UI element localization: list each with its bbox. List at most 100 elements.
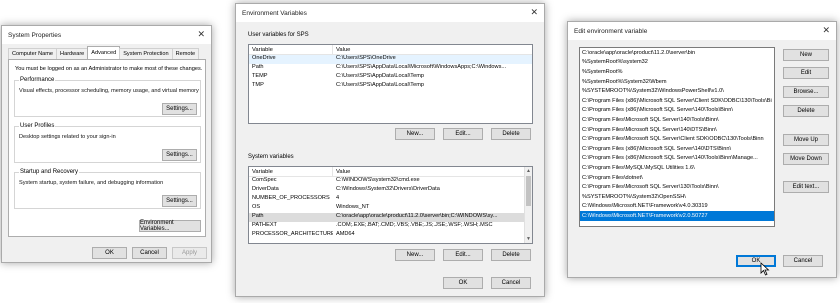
table-row[interactable]: TEMP C:\Users\SPS\AppData\Local\Temp: [249, 73, 532, 82]
environment-variables-cancel-button[interactable]: Cancel: [491, 277, 531, 289]
close-icon[interactable]: ✕: [530, 7, 538, 17]
edit-environment-variable-title: Edit environment variable: [574, 27, 648, 35]
user-profiles-label: User Profiles: [19, 123, 56, 129]
variable-value: AMD64: [336, 231, 355, 237]
system-delete-button[interactable]: Delete: [491, 249, 531, 261]
system-new-button[interactable]: New...: [395, 249, 435, 261]
table-row[interactable]: TMP C:\Users\SPS\AppData\Local\Temp: [249, 82, 532, 91]
user-profiles-description: Desktop settings related to your sign-in: [19, 134, 116, 140]
list-item[interactable]: C:\Program Files (x86)\Microsoft SQL Ser…: [580, 106, 774, 116]
system-properties-title: System Properties: [8, 31, 62, 39]
list-item[interactable]: C:\Program Files (x86)\Microsoft SQL Ser…: [580, 154, 774, 164]
user-profiles-settings-button[interactable]: Settings...: [162, 149, 197, 161]
variable-name: DriverData: [252, 186, 279, 192]
system-properties-apply-button[interactable]: Apply: [172, 247, 207, 259]
startup-recovery-group: Startup and Recovery System startup, sys…: [14, 169, 201, 209]
list-item[interactable]: %SYSTEMROOT%\System32\WindowsPowerShell\…: [580, 86, 774, 96]
path-entries-list[interactable]: C:\oracle\app\oracle\product\11.2.0\serv…: [579, 47, 775, 227]
variable-column-header[interactable]: Variable: [249, 45, 333, 54]
variable-value: C:\Users\SPS\AppData\Local\Temp: [336, 82, 424, 88]
startup-recovery-settings-button[interactable]: Settings...: [162, 195, 197, 207]
variable-value: Windows_NT: [336, 204, 370, 210]
user-variables-header: Variable Value: [249, 45, 532, 55]
scroll-up-arrow-icon[interactable]: ▲: [525, 167, 532, 175]
performance-settings-button[interactable]: Settings...: [162, 103, 197, 115]
system-properties-ok-button[interactable]: OK: [92, 247, 127, 259]
user-delete-button[interactable]: Delete: [491, 128, 531, 140]
table-row[interactable]: NUMBER_OF_PROCESSORS 4: [249, 195, 532, 204]
scrollbar-thumb[interactable]: [526, 176, 531, 206]
delete-entry-button[interactable]: Delete: [783, 105, 829, 117]
tab-computer-name[interactable]: Computer Name: [8, 48, 58, 59]
value-column-header[interactable]: Value: [333, 167, 532, 176]
variable-name: Path: [252, 64, 264, 70]
edit-env-ok-button[interactable]: OK: [736, 255, 776, 267]
system-variables-scrollbar[interactable]: ▲ ▼: [524, 167, 532, 243]
tab-advanced[interactable]: Advanced: [87, 46, 121, 59]
list-item[interactable]: %SystemRoot%\System32\Wbem: [580, 77, 774, 87]
variable-column-header[interactable]: Variable: [249, 167, 333, 176]
list-item[interactable]: C:\Program Files\Microsoft SQL Server\14…: [580, 115, 774, 125]
list-item[interactable]: C:\Program Files\Microsoft SQL Server\13…: [580, 182, 774, 192]
variable-name: NUMBER_OF_PROCESSORS: [252, 195, 330, 201]
move-down-button[interactable]: Move Down: [783, 153, 829, 165]
table-row[interactable]: PROCESSOR_ARCHITECTURE AMD64: [249, 231, 532, 240]
close-icon[interactable]: ✕: [197, 29, 205, 39]
table-row[interactable]: ComSpec C:\WINDOWS\system32\cmd.exe: [249, 177, 532, 186]
advanced-tab-panel: You must be logged on as an Administrato…: [8, 59, 206, 237]
browse-button[interactable]: Browse...: [783, 86, 829, 98]
scroll-down-arrow-icon[interactable]: ▼: [525, 235, 532, 243]
system-properties-cancel-button[interactable]: Cancel: [132, 247, 167, 259]
edit-env-cancel-button[interactable]: Cancel: [783, 255, 823, 267]
table-row[interactable]: OS Windows_NT: [249, 204, 532, 213]
edit-text-button[interactable]: Edit text...: [783, 181, 829, 193]
user-variables-heading: User variables for SPS: [248, 32, 309, 38]
tab-system-protection[interactable]: System Protection: [119, 48, 173, 59]
list-item[interactable]: C:\oracle\app\oracle\product\11.2.0\serv…: [580, 48, 774, 58]
list-item[interactable]: %SystemRoot%\system32: [580, 58, 774, 68]
variable-name: OS: [252, 204, 261, 210]
environment-variables-dialog: Environment Variables ✕ User variables f…: [235, 3, 545, 297]
list-item[interactable]: C:\Windows\Microsoft.NET\Framework\v4.0.…: [580, 202, 774, 212]
table-row[interactable]: DriverData C:\Windows\System32\Drivers\D…: [249, 186, 532, 195]
tab-hardware[interactable]: Hardware: [56, 48, 89, 59]
mouse-cursor-icon: [760, 262, 770, 276]
value-column-header[interactable]: Value: [333, 45, 532, 54]
table-row[interactable]: Path C:\Users\SPS\AppData\Local\Microsof…: [249, 64, 532, 73]
list-item[interactable]: C:\Windows\Microsoft.NET\Framework\v2.0.…: [580, 211, 774, 221]
startup-recovery-description: System startup, system failure, and debu…: [19, 180, 164, 186]
table-row[interactable]: PATHEXT .COM;.EXE;.BAT;.CMD;.VBS;.VBE;.J…: [249, 222, 532, 231]
edit-entry-button[interactable]: Edit: [783, 67, 829, 79]
environment-variables-ok-button[interactable]: OK: [443, 277, 483, 289]
variable-name: TMP: [252, 82, 264, 88]
user-edit-button[interactable]: Edit...: [443, 128, 483, 140]
move-up-button[interactable]: Move Up: [783, 134, 829, 146]
variable-name: OneDrive: [252, 55, 276, 61]
table-row[interactable]: Path C:\oracle\app\oracle\product\11.2.0…: [249, 213, 532, 222]
edit-environment-variable-dialog: Edit environment variable ✕ C:\oracle\ap…: [567, 21, 837, 278]
environment-variables-button[interactable]: Environment Variables...: [139, 220, 201, 232]
list-item[interactable]: %SystemRoot%: [580, 67, 774, 77]
variable-value: C:\Users\SPS\AppData\Local\Microsoft\Win…: [336, 64, 507, 70]
close-icon[interactable]: ✕: [822, 25, 830, 35]
list-item[interactable]: C:\Program Files (x86)\Microsoft SQL Ser…: [580, 144, 774, 154]
table-row[interactable]: OneDrive C:\Users\SPS\OneDrive: [249, 55, 532, 64]
list-item[interactable]: %SYSTEMROOT%\System32\OpenSSH\: [580, 192, 774, 202]
user-profiles-group: User Profiles Desktop settings related t…: [14, 123, 201, 163]
performance-description: Visual effects, processor scheduling, me…: [19, 88, 199, 94]
list-item[interactable]: C:\Program Files\Microsoft SQL Server\Cl…: [580, 134, 774, 144]
variable-name: PROCESSOR_ARCHITECTURE: [252, 231, 333, 237]
list-item[interactable]: C:\Program Files\MySQL\MySQL Utilities 1…: [580, 163, 774, 173]
user-new-button[interactable]: New...: [395, 128, 435, 140]
performance-label: Performance: [19, 77, 56, 83]
tab-remote[interactable]: Remote: [171, 48, 200, 59]
system-edit-button[interactable]: Edit...: [443, 249, 483, 261]
admin-note: You must be logged on as an Administrato…: [15, 66, 203, 72]
list-item[interactable]: C:\Program Files\dotnet\: [580, 173, 774, 183]
system-properties-tabs: Computer Name Hardware Advanced System P…: [8, 46, 200, 59]
new-entry-button[interactable]: New: [783, 49, 829, 61]
list-item[interactable]: C:\Program Files\Microsoft SQL Server\14…: [580, 125, 774, 135]
system-variables-header: Variable Value: [249, 167, 532, 177]
list-item[interactable]: C:\Program Files (x86)\Microsoft SQL Ser…: [580, 96, 774, 106]
variable-name: TEMP: [252, 73, 268, 79]
